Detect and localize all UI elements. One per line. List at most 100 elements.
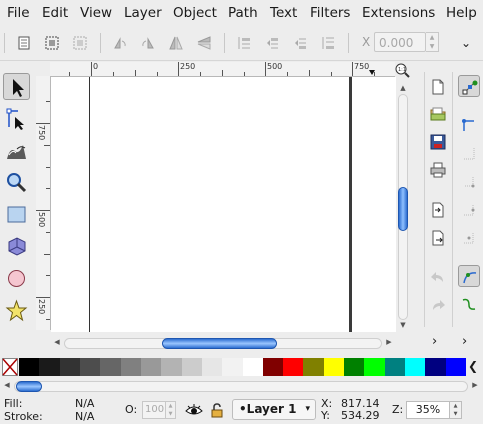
menu-filters[interactable]: Filters: [310, 5, 350, 21]
snap-paths-button[interactable]: [458, 293, 480, 315]
select-all-icon[interactable]: [16, 35, 32, 51]
drawing-canvas[interactable]: [51, 77, 396, 332]
vertical-scrollbar[interactable]: ▲ ▼: [396, 82, 410, 332]
save-icon[interactable]: [429, 133, 447, 151]
horizontal-scrollbar[interactable]: ◀ ▶: [50, 335, 395, 351]
color-swatch[interactable]: [39, 358, 61, 376]
scroll-right-icon[interactable]: ▶: [470, 381, 480, 389]
horizontal-scroll-thumb[interactable]: [162, 338, 277, 349]
fill-value[interactable]: N/A: [75, 397, 94, 410]
palette-scrollbar[interactable]: ◀ ▶: [0, 379, 483, 395]
color-swatch[interactable]: [79, 358, 101, 376]
opacity-spinner[interactable]: ▲ ▼: [165, 401, 176, 419]
scroll-left-icon[interactable]: ◀: [2, 381, 12, 389]
snap-bbox-center-button[interactable]: [458, 227, 480, 249]
color-swatch[interactable]: [59, 358, 81, 376]
zoom-tool[interactable]: [3, 169, 30, 196]
vertical-scroll-thumb[interactable]: [398, 187, 408, 231]
star-tool[interactable]: [3, 297, 30, 324]
raise-icon[interactable]: [264, 35, 280, 51]
menu-object[interactable]: Object: [173, 5, 217, 21]
palette-scroll-track[interactable]: [14, 381, 468, 392]
menu-text[interactable]: Text: [270, 5, 297, 21]
selector-tool[interactable]: [3, 73, 30, 100]
zoom-spinner[interactable]: ▲ ▼: [450, 401, 462, 419]
snap-bbox-midpoints-button[interactable]: [458, 199, 480, 221]
color-swatch[interactable]: [445, 358, 467, 376]
new-document-icon[interactable]: [429, 78, 447, 96]
open-folder-icon[interactable]: [429, 105, 447, 123]
color-swatch[interactable]: [323, 358, 345, 376]
export-icon[interactable]: [429, 229, 447, 247]
scroll-right-icon[interactable]: ▶: [384, 338, 394, 346]
circle-tool[interactable]: [3, 265, 30, 292]
color-swatch[interactable]: [384, 358, 406, 376]
color-swatch[interactable]: [283, 358, 304, 376]
palette-scroll-thumb[interactable]: [16, 381, 42, 392]
rotate-cw-icon[interactable]: [140, 35, 156, 51]
color-swatch[interactable]: [344, 358, 365, 376]
stroke-value[interactable]: N/A: [75, 410, 94, 423]
lower-icon[interactable]: [292, 35, 308, 51]
select-all-layers-icon[interactable]: [44, 35, 60, 51]
snap-toggle-button[interactable]: [458, 75, 480, 97]
zoom-fit-icon[interactable]: 1:1: [394, 62, 410, 78]
color-swatch[interactable]: [222, 358, 243, 376]
menu-path[interactable]: Path: [228, 5, 258, 21]
zoom-input[interactable]: 35%: [406, 401, 450, 419]
scroll-up-icon[interactable]: ▲: [396, 84, 410, 92]
color-swatch[interactable]: [201, 358, 223, 376]
snap-bbox-button[interactable]: [458, 115, 480, 137]
color-swatch[interactable]: [161, 358, 183, 376]
color-swatch[interactable]: [364, 358, 386, 376]
opacity-input[interactable]: 100: [142, 401, 166, 419]
x-coordinate-spinner[interactable]: ▲ ▼: [426, 32, 439, 52]
tweak-tool[interactable]: [3, 137, 30, 164]
rectangle-tool[interactable]: [3, 201, 30, 228]
lower-to-bottom-icon[interactable]: [320, 35, 336, 51]
flip-horizontal-icon[interactable]: [168, 35, 184, 51]
3d-box-tool[interactable]: [3, 233, 30, 260]
color-swatch[interactable]: [181, 358, 203, 376]
scroll-down-icon[interactable]: ▼: [396, 321, 410, 329]
horizontal-ruler[interactable]: 0 250 500 750: [50, 62, 395, 77]
deselect-icon[interactable]: [72, 35, 88, 51]
x-coordinate-input[interactable]: 0.000: [374, 32, 426, 52]
snap-nodes-button[interactable]: [458, 265, 480, 287]
snap-bbox-corners-button[interactable]: [458, 171, 480, 193]
color-swatch[interactable]: [405, 358, 426, 376]
color-swatch[interactable]: [262, 358, 284, 376]
chevron-down-icon[interactable]: ⌄: [458, 35, 474, 51]
commands-overflow-icon[interactable]: ›: [432, 334, 437, 349]
menu-extensions[interactable]: Extensions: [362, 5, 435, 21]
menu-view[interactable]: View: [80, 5, 112, 21]
color-swatch[interactable]: [303, 358, 325, 376]
eye-icon[interactable]: [185, 402, 203, 418]
menu-edit[interactable]: Edit: [42, 5, 68, 21]
snap-bbox-edges-button[interactable]: [458, 143, 480, 165]
import-icon[interactable]: [429, 201, 447, 219]
color-swatch[interactable]: [425, 358, 447, 376]
current-layer-select[interactable]: •Layer 1 ▾: [232, 399, 316, 420]
no-paint-swatch[interactable]: [2, 358, 18, 376]
print-icon[interactable]: [429, 161, 447, 179]
unlock-icon[interactable]: [210, 402, 224, 418]
undo-icon[interactable]: [429, 269, 447, 287]
rotate-ccw-icon[interactable]: [112, 35, 128, 51]
node-tool[interactable]: [3, 105, 30, 132]
vertical-ruler[interactable]: 750 500 250: [36, 76, 51, 330]
menu-help[interactable]: Help: [446, 5, 477, 21]
palette-menu-icon[interactable]: ❮: [468, 359, 478, 373]
raise-to-top-icon[interactable]: [236, 35, 252, 51]
redo-icon[interactable]: [429, 297, 447, 315]
flip-vertical-icon[interactable]: [196, 35, 212, 51]
color-swatch[interactable]: [242, 358, 264, 376]
color-swatch[interactable]: [140, 358, 162, 376]
color-swatch[interactable]: [100, 358, 122, 376]
scroll-left-icon[interactable]: ◀: [52, 338, 62, 346]
snap-overflow-icon[interactable]: ›: [462, 334, 467, 349]
color-swatch[interactable]: [19, 358, 40, 376]
color-swatch[interactable]: [120, 358, 142, 376]
menu-layer[interactable]: Layer: [124, 5, 162, 21]
menu-file[interactable]: File: [7, 5, 30, 21]
